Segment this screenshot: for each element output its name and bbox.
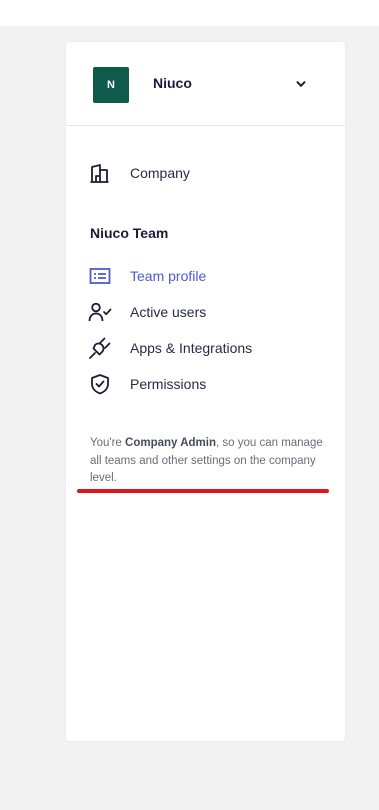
settings-sidebar: N Niuco Company Niuco Team Team profile	[66, 42, 345, 741]
shield-check-icon	[88, 372, 112, 396]
admin-note-prefix: You're	[90, 437, 126, 449]
plug-icon	[88, 336, 112, 360]
nav-item-team-profile-label: Team profile	[130, 268, 207, 284]
admin-note-role: Company Admin	[125, 437, 216, 449]
user-check-icon	[88, 300, 112, 324]
nav-item-permissions[interactable]: Permissions	[88, 370, 328, 398]
team-name: Niuco	[153, 75, 192, 91]
nav-item-active-users-label: Active users	[130, 304, 207, 320]
nav-item-team-profile[interactable]: Team profile	[88, 262, 328, 290]
nav-item-company[interactable]: Company	[88, 159, 328, 187]
chevron-down-icon[interactable]	[295, 78, 307, 90]
nav-item-apps-integrations-label: Apps & Integrations	[130, 340, 253, 356]
annotation-underline	[77, 489, 329, 493]
team-switcher[interactable]: N Niuco	[66, 42, 345, 126]
nav-item-company-label: Company	[130, 165, 190, 181]
nav-item-active-users[interactable]: Active users	[88, 298, 328, 326]
building-icon	[88, 161, 112, 185]
nav-item-permissions-label: Permissions	[130, 376, 207, 392]
admin-note: You're Company Admin, so you can manage …	[90, 435, 326, 488]
team-avatar: N	[93, 67, 129, 103]
team-section-title: Niuco Team	[90, 225, 169, 241]
id-card-icon	[88, 264, 112, 288]
nav-item-apps-integrations[interactable]: Apps & Integrations	[88, 334, 328, 362]
